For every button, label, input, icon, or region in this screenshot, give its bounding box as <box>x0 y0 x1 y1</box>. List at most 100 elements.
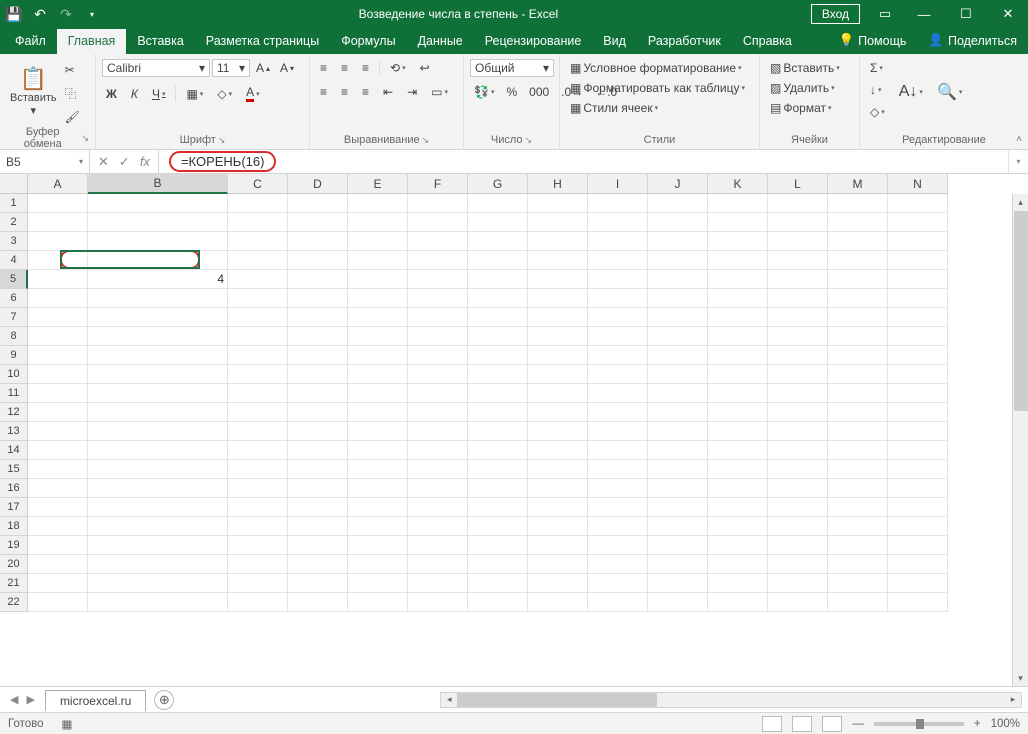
cell[interactable] <box>228 327 288 346</box>
cell[interactable] <box>528 289 588 308</box>
cell[interactable] <box>828 232 888 251</box>
cell[interactable] <box>828 441 888 460</box>
row-header[interactable]: 15 <box>0 460 28 479</box>
cell[interactable] <box>768 555 828 574</box>
insert-function-icon[interactable]: fx <box>140 154 150 169</box>
column-header[interactable]: N <box>888 174 948 194</box>
cell[interactable] <box>408 403 468 422</box>
cell[interactable] <box>708 289 768 308</box>
cell[interactable] <box>348 232 408 251</box>
cell[interactable] <box>528 574 588 593</box>
cell[interactable] <box>588 479 648 498</box>
cell[interactable] <box>348 213 408 232</box>
cell[interactable] <box>28 346 88 365</box>
align-left-button[interactable]: ≡ <box>316 83 331 101</box>
cell[interactable] <box>708 384 768 403</box>
cell[interactable] <box>888 384 948 403</box>
cell[interactable] <box>28 441 88 460</box>
cell[interactable] <box>768 479 828 498</box>
underline-button[interactable]: Ч▾ <box>148 85 170 103</box>
cell[interactable] <box>228 441 288 460</box>
cell[interactable] <box>28 479 88 498</box>
cell[interactable] <box>408 346 468 365</box>
cell[interactable] <box>28 422 88 441</box>
cell[interactable] <box>28 593 88 612</box>
sheet-tab[interactable]: microexcel.ru <box>45 690 146 711</box>
login-button[interactable]: Вход <box>811 4 860 24</box>
cell[interactable] <box>648 365 708 384</box>
fill-button[interactable]: ↓▾ <box>866 81 889 99</box>
cell[interactable] <box>288 346 348 365</box>
cell[interactable] <box>288 441 348 460</box>
cell[interactable] <box>408 289 468 308</box>
vertical-scrollbar[interactable]: ▴ ▾ <box>1012 194 1028 686</box>
cell[interactable] <box>348 365 408 384</box>
cell[interactable] <box>888 194 948 213</box>
tab-file[interactable]: Файл <box>4 29 57 54</box>
column-header[interactable]: B <box>88 174 228 194</box>
cell[interactable] <box>228 460 288 479</box>
zoom-level[interactable]: 100% <box>991 718 1020 730</box>
sort-filter-button[interactable]: A↓▾ <box>895 59 927 125</box>
cell[interactable] <box>468 289 528 308</box>
column-header[interactable]: J <box>648 174 708 194</box>
cell[interactable] <box>228 498 288 517</box>
cell[interactable] <box>828 289 888 308</box>
comma-button[interactable]: 000 <box>525 83 553 101</box>
cell[interactable] <box>28 327 88 346</box>
cell[interactable] <box>88 422 228 441</box>
align-right-button[interactable]: ≡ <box>358 83 373 101</box>
copy-button[interactable]: ⿻ <box>61 83 84 104</box>
cell[interactable] <box>228 213 288 232</box>
cell[interactable] <box>468 422 528 441</box>
cell[interactable] <box>888 251 948 270</box>
cell[interactable] <box>828 574 888 593</box>
cell[interactable] <box>588 574 648 593</box>
cell[interactable] <box>28 194 88 213</box>
cell[interactable] <box>348 270 408 289</box>
cell[interactable] <box>88 555 228 574</box>
cell[interactable] <box>528 194 588 213</box>
cell[interactable] <box>28 517 88 536</box>
cell[interactable] <box>708 308 768 327</box>
cell[interactable] <box>708 232 768 251</box>
page-break-view-button[interactable] <box>822 716 842 732</box>
cell[interactable] <box>588 555 648 574</box>
cell[interactable] <box>828 327 888 346</box>
cell[interactable] <box>408 574 468 593</box>
cell[interactable] <box>768 441 828 460</box>
column-header[interactable]: H <box>528 174 588 194</box>
cell[interactable] <box>408 593 468 612</box>
cell[interactable] <box>468 194 528 213</box>
cell[interactable] <box>888 479 948 498</box>
cell[interactable] <box>528 232 588 251</box>
cell[interactable] <box>828 555 888 574</box>
cell[interactable] <box>828 346 888 365</box>
cell[interactable] <box>828 308 888 327</box>
cell[interactable] <box>468 517 528 536</box>
cell[interactable] <box>588 213 648 232</box>
find-select-button[interactable]: 🔍▾ <box>933 59 966 125</box>
cell[interactable] <box>528 365 588 384</box>
cell[interactable] <box>528 555 588 574</box>
cell[interactable] <box>28 289 88 308</box>
horizontal-scrollbar[interactable]: ◂ ▸ <box>440 692 1022 708</box>
cell[interactable] <box>288 536 348 555</box>
cell[interactable] <box>88 574 228 593</box>
cell[interactable] <box>348 460 408 479</box>
cell[interactable] <box>288 555 348 574</box>
row-header[interactable]: 12 <box>0 403 28 422</box>
row-header[interactable]: 2 <box>0 213 28 232</box>
select-all-corner[interactable] <box>0 174 28 194</box>
cell[interactable] <box>528 517 588 536</box>
cell[interactable] <box>348 555 408 574</box>
cell[interactable] <box>768 251 828 270</box>
cell[interactable] <box>648 422 708 441</box>
autosum-button[interactable]: Σ▾ <box>866 59 889 77</box>
cell[interactable] <box>28 498 88 517</box>
cell[interactable] <box>528 479 588 498</box>
cell[interactable] <box>888 403 948 422</box>
cell[interactable] <box>408 384 468 403</box>
merge-button[interactable]: ▭▾ <box>427 83 452 101</box>
cell[interactable] <box>88 232 228 251</box>
